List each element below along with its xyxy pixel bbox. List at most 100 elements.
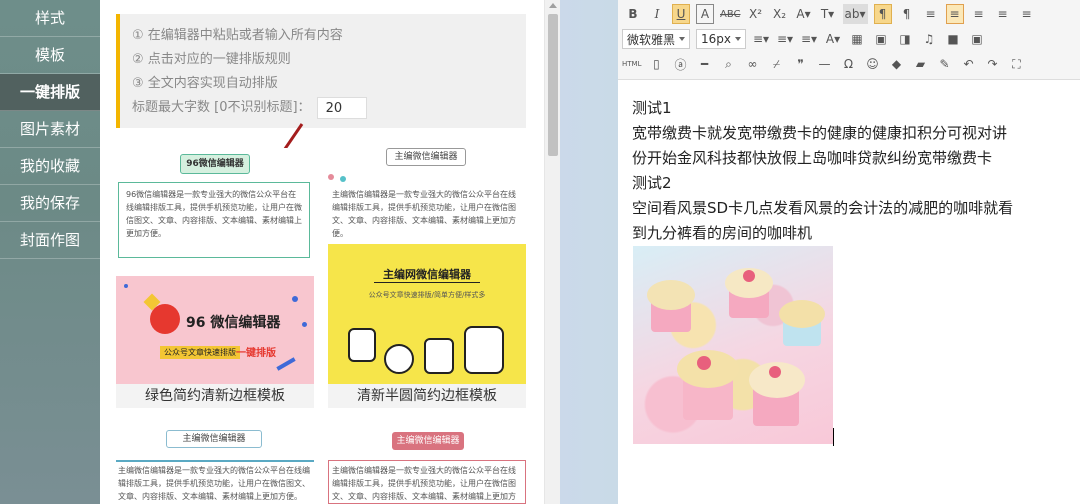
template-banner-subtitle: 公众号文章快速排版/简单方便/样式多: [368, 291, 486, 299]
image-icon[interactable]: ▣: [872, 29, 890, 49]
template-banner-badge: 一键排版: [236, 348, 276, 359]
select-all-icon[interactable]: ⓐ: [671, 54, 689, 74]
subscript-button[interactable]: X₂: [771, 4, 789, 24]
text-cursor: [833, 428, 834, 446]
template-tag: 主编微信编辑器: [392, 432, 464, 450]
rtl-paragraph-button[interactable]: ¶: [898, 4, 916, 24]
editor-line: 到九分裤看的房间的咖啡机: [632, 224, 813, 242]
template-green-border-top[interactable]: 96微信编辑器 96微信编辑器是一款专业强大的微信公众平台在线编辑排版工具，提供…: [116, 148, 314, 260]
template-tag: 96微信编辑器: [180, 154, 250, 174]
scroll-thumb[interactable]: [548, 14, 558, 156]
editor-toolbar: B I U A ABC X² X₂ A▾ T▾ ab▾ ¶ ¶ ≡ ≡ ≡ ≡ …: [618, 0, 1080, 80]
sidebar-item-templates[interactable]: 模板: [0, 37, 100, 74]
undo-icon[interactable]: ↶: [959, 54, 977, 74]
scroll-up-arrow[interactable]: [549, 3, 557, 8]
template-bottom-left[interactable]: 主编微信编辑器 主编微信编辑器是一款专业强大的微信公众平台在线编辑排版工具，提供…: [116, 426, 314, 504]
html-source-button[interactable]: HTML: [622, 54, 641, 74]
dash-icon[interactable]: —: [815, 54, 833, 74]
template-caption-green[interactable]: 绿色简约清新边框模板: [116, 384, 314, 408]
ltr-paragraph-button[interactable]: ¶: [873, 4, 892, 24]
music-icon[interactable]: ♫: [920, 29, 938, 49]
line-height-icon[interactable]: ≡▾: [752, 29, 770, 49]
editor-line: 测试1: [632, 99, 672, 117]
max-title-row: 标题最大字数 [0不识别标题]：: [132, 96, 514, 120]
bold-button[interactable]: B: [624, 4, 642, 24]
sidebar-item-one-click-layout[interactable]: 一键排版: [0, 74, 100, 111]
video-icon[interactable]: ■: [944, 29, 962, 49]
strikethrough-button[interactable]: ABC: [720, 4, 741, 24]
template-banner-subtitle: 公众号文章快速排版: [160, 346, 240, 359]
unlink-icon[interactable]: ⌿: [767, 54, 785, 74]
font-family-value: 微软雅黑: [627, 32, 676, 47]
chevron-down-icon: [679, 37, 686, 41]
letter-spacing-icon[interactable]: ≡▾: [800, 29, 818, 49]
font-border-button[interactable]: A: [696, 4, 714, 24]
editor-line: 份开始金风科技都快放假上岛咖啡贷款纠纷宽带缴费卡: [632, 149, 993, 167]
chevron-down-icon: [735, 37, 742, 41]
layout-panel: ① 在编辑器中粘贴或者输入所有内容 ② 点击对应的一键排版规则 ③ 全文内容实现…: [100, 0, 544, 504]
quote-icon[interactable]: ❞: [791, 54, 809, 74]
template-banner-title: 96 微信编辑器: [186, 315, 281, 331]
emoji-icon[interactable]: ☺: [863, 54, 881, 74]
omega-icon[interactable]: Ω: [839, 54, 857, 74]
template-tag: 主编微信编辑器: [166, 430, 262, 448]
cupcake-photo[interactable]: [633, 246, 833, 444]
template-body-text: 主编微信编辑器是一款专业强大的微信公众平台在线编辑排版工具，提供手机预览功能，让…: [118, 466, 310, 501]
template-green-preview[interactable]: 96 微信编辑器 公众号文章快速排版 一键排版: [116, 276, 314, 384]
table-icon[interactable]: ▦: [848, 29, 866, 49]
font-size-select[interactable]: 16px: [696, 29, 747, 49]
editor-line: 测试2: [632, 174, 672, 192]
sidebar-item-favorites[interactable]: 我的收藏: [0, 148, 100, 185]
sidebar-item-image-assets[interactable]: 图片素材: [0, 111, 100, 148]
instructions-box: ① 在编辑器中粘贴或者输入所有内容 ② 点击对应的一键排版规则 ③ 全文内容实现…: [116, 14, 526, 128]
instruction-step-1: ① 在编辑器中粘贴或者输入所有内容: [132, 28, 343, 43]
underline-button[interactable]: U: [672, 4, 690, 24]
font-color-button[interactable]: A▾: [795, 4, 813, 24]
font-size-adjust-icon[interactable]: A▾: [824, 29, 842, 49]
template-bottom-right[interactable]: 主编微信编辑器 主编微信编辑器是一款专业强大的微信公众平台在线编辑排版工具，提供…: [328, 426, 526, 504]
max-title-input[interactable]: [316, 97, 367, 119]
search-icon[interactable]: ⌕: [719, 54, 737, 74]
font-size-value: 16px: [701, 32, 732, 46]
format-paint-icon[interactable]: ◆: [887, 54, 905, 74]
fullscreen-icon[interactable]: ⛶: [1007, 54, 1025, 74]
magic-wand-icon[interactable]: ✎: [935, 54, 953, 74]
instruction-step-3: ③ 全文内容实现自动排版: [132, 76, 278, 91]
template-caption-semicircle[interactable]: 清新半圆简约边框模板: [328, 384, 526, 408]
paragraph-spacing-icon[interactable]: ≡▾: [776, 29, 794, 49]
sidebar-item-styles[interactable]: 样式: [0, 0, 100, 37]
editor-line: 空间看风景SD卡几点发看风景的会计法的减肥的咖啡就看: [632, 199, 1014, 217]
italic-button[interactable]: I: [648, 4, 666, 24]
text-style-button[interactable]: T▾: [819, 4, 837, 24]
multi-image-icon[interactable]: ◨: [896, 29, 914, 49]
align-left-button[interactable]: ≡: [945, 4, 964, 24]
align-right-button[interactable]: ≡: [994, 4, 1012, 24]
template-banner-title: 主编网微信编辑器: [383, 268, 471, 281]
highlight-button[interactable]: ab▾: [842, 4, 868, 24]
background-image-icon[interactable]: ▣: [968, 29, 986, 49]
superscript-button[interactable]: X²: [747, 4, 765, 24]
align-center-button[interactable]: ≡: [970, 4, 988, 24]
template-semicircle-top[interactable]: 主编微信编辑器 主编微信编辑器是一款专业强大的微信公众平台在线编辑排版工具，提供…: [328, 148, 526, 260]
redo-icon[interactable]: ↷: [983, 54, 1001, 74]
link-icon[interactable]: ∞: [743, 54, 761, 74]
horizontal-rule-icon[interactable]: ━: [695, 54, 713, 74]
align-justify-button[interactable]: ≡: [1018, 4, 1036, 24]
editor-content[interactable]: 测试1 宽带缴费卡就发宽带缴费卡的健康的健康扣积分可视对讲 份开始金风科技都快放…: [618, 80, 1080, 504]
template-tag: 主编微信编辑器: [386, 148, 466, 166]
sidebar-item-cover-design[interactable]: 封面作图: [0, 222, 100, 259]
template-semicircle-preview[interactable]: 主编网微信编辑器 公众号文章快速排版/简单方便/样式多: [328, 246, 526, 384]
sidebar-item-saved[interactable]: 我的保存: [0, 185, 100, 222]
indent-button[interactable]: ≡: [922, 4, 940, 24]
eraser-icon[interactable]: ▰: [911, 54, 929, 74]
template-body-text: 主编微信编辑器是一款专业强大的微信公众平台在线编辑排版工具，提供手机预览功能，让…: [332, 466, 516, 501]
panel-scrollbar[interactable]: [544, 0, 560, 504]
max-title-label: 标题最大字数 [0不识别标题]：: [132, 100, 311, 115]
template-body-text: 主编微信编辑器是一款专业强大的微信公众平台在线编辑排版工具，提供手机预览功能，让…: [332, 190, 516, 238]
sidebar: 样式 模板 一键排版 图片素材 我的收藏 我的保存 封面作图: [0, 0, 100, 504]
new-document-icon[interactable]: ▯: [647, 54, 665, 74]
editor-line: 宽带缴费卡就发宽带缴费卡的健康的健康扣积分可视对讲: [632, 124, 1008, 142]
instruction-step-2: ② 点击对应的一键排版规则: [132, 52, 291, 67]
template-body-text: 96微信编辑器是一款专业强大的微信公众平台在线编辑排版工具，提供手机预览功能，让…: [126, 190, 302, 238]
font-family-select[interactable]: 微软雅黑: [622, 29, 691, 49]
